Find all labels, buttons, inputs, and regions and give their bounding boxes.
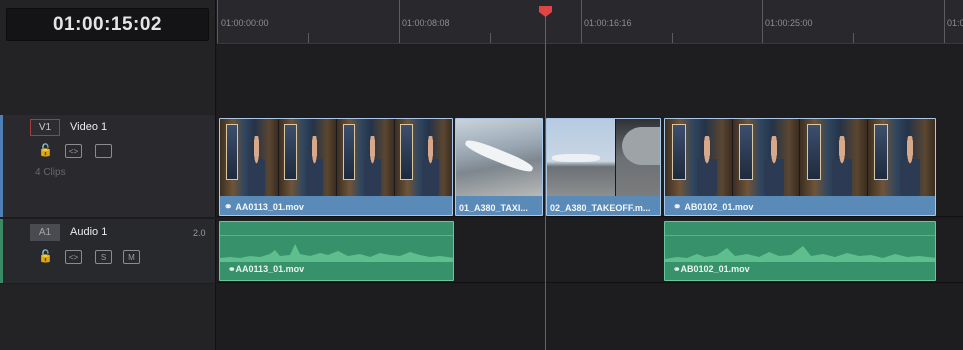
link-icon: ⚭ <box>228 264 236 274</box>
clip-label: 02_A380_TAKEOFF.m... <box>550 203 650 213</box>
clip-thumbnails <box>456 119 542 196</box>
video-track-lane[interactable]: ⚭ AA0113_01.mov 01_A380_TAXI... 02_A380_T… <box>217 115 963 217</box>
track-badge-v1[interactable]: V1 <box>30 119 60 136</box>
ruler-tick <box>762 0 763 43</box>
lock-icon[interactable]: 🔓 <box>37 249 54 263</box>
empty-track-area[interactable] <box>217 45 963 115</box>
mute-button[interactable]: M <box>123 250 140 264</box>
monitor-icon[interactable] <box>95 144 112 158</box>
ruler-tick <box>399 0 400 43</box>
clip-thumbnails <box>547 119 660 196</box>
clip-name: 02_A380_TAKEOFF.m... <box>550 203 651 213</box>
track-badge-a1[interactable]: A1 <box>30 224 60 241</box>
ruler-label: 01:0 <box>947 18 963 28</box>
playhead-line[interactable] <box>545 12 546 350</box>
ruler-tick <box>853 33 854 43</box>
empty-track-lane[interactable] <box>217 284 963 350</box>
ruler-tick <box>308 33 309 43</box>
clip-thumbnail <box>278 119 337 196</box>
clip-name: 01_A380_TAXI... <box>459 203 528 213</box>
clip-count: 4 Clips <box>35 167 66 178</box>
clip-thumbnail <box>867 119 935 196</box>
clip-thumbnail <box>394 119 452 196</box>
solo-button[interactable]: S <box>95 250 112 264</box>
clip-thumbnail <box>456 119 542 196</box>
video-clip[interactable]: ⚭ AA0113_01.mov <box>219 118 453 216</box>
ruler-label: 01:00:00:00 <box>221 18 269 28</box>
audio-track-header[interactable]: A1 Audio 1 2.0 🔓 <> S M <box>0 219 216 283</box>
video-track-header[interactable]: V1 Video 1 🔓 <> 4 Clips <box>0 115 216 217</box>
video-clip[interactable]: 01_A380_TAXI... <box>455 118 543 216</box>
clip-name: AB0102_01.mov <box>684 202 754 212</box>
lock-icon[interactable]: 🔓 <box>37 143 54 157</box>
auto-select-icon[interactable]: <> <box>65 144 82 158</box>
timecode-panel: 01:00:15:02 <box>0 0 216 115</box>
ruler-label: 01:00:08:08 <box>402 18 450 28</box>
track-name-video[interactable]: Video 1 <box>70 121 107 133</box>
clip-thumbnail <box>615 119 660 196</box>
clip-label: 01_A380_TAXI... <box>459 203 528 213</box>
ruler-tick <box>217 0 218 43</box>
audio-clip[interactable]: ⚭AA0113_01.mov <box>219 221 454 281</box>
clip-thumbnails <box>665 119 935 196</box>
clip-thumbnails <box>220 119 452 196</box>
clip-label: ⚭AB0102_01.mov <box>673 264 750 275</box>
clip-label: ⚭AA0113_01.mov <box>228 264 304 275</box>
clip-thumbnail <box>665 119 733 196</box>
audio-clip[interactable]: ⚭AB0102_01.mov <box>664 221 936 281</box>
clip-thumbnail <box>220 119 279 196</box>
clip-thumbnail <box>732 119 800 196</box>
ruler-label: 01:00:25:00 <box>765 18 813 28</box>
track-header-empty <box>0 284 216 350</box>
audio-channel-format: 2.0 <box>193 228 206 238</box>
clip-thumbnail <box>800 119 868 196</box>
audio-track-lane[interactable]: ⚭AA0113_01.mov ⚭AB0102_01.mov <box>217 219 963 283</box>
clip-name: AA0113_01.mov <box>235 264 305 274</box>
ruler-tick <box>581 0 582 43</box>
track-name-audio[interactable]: Audio 1 <box>70 226 107 238</box>
video-clip[interactable]: 02_A380_TAKEOFF.m... <box>546 118 661 216</box>
timecode-display[interactable]: 01:00:15:02 <box>6 8 209 41</box>
audio-waveform <box>665 246 935 262</box>
auto-select-icon[interactable]: <> <box>65 250 82 264</box>
clip-thumbnail <box>547 119 616 196</box>
clip-name: AA0113_01.mov <box>235 202 304 212</box>
link-icon: ⚭ <box>673 264 681 274</box>
clip-label: ⚭AA0113_01.mov <box>224 202 304 213</box>
clip-name: AB0102_01.mov <box>680 264 750 274</box>
link-icon: ⚭ <box>224 202 233 213</box>
ruler-tick <box>490 33 491 43</box>
audio-waveform <box>220 244 453 262</box>
clip-label: ⚭AB0102_01.mov <box>673 202 753 213</box>
ruler-tick <box>944 0 945 43</box>
link-icon: ⚭ <box>673 202 682 213</box>
clip-thumbnail <box>337 119 395 196</box>
video-clip[interactable]: ⚭ AB0102_01.mov <box>664 118 936 216</box>
ruler-tick <box>672 33 673 43</box>
ruler-label: 01:00:16:16 <box>584 18 632 28</box>
timeline-ruler[interactable]: 01:00:00:00 01:00:08:08 01:00:16:16 01:0… <box>217 0 963 44</box>
